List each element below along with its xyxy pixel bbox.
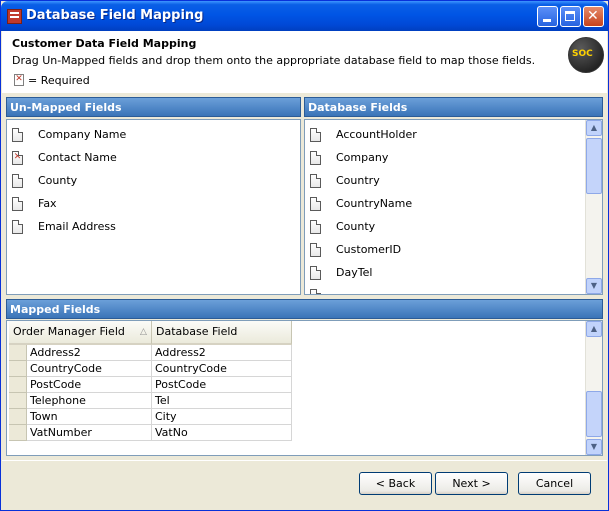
scroll-up-arrow-icon[interactable]: ▲ bbox=[586, 321, 602, 337]
minimize-button[interactable] bbox=[537, 6, 558, 27]
document-icon bbox=[310, 289, 321, 294]
mapped-fields-scrollbar[interactable]: ▲ ▼ bbox=[585, 321, 602, 455]
window-title: Database Field Mapping bbox=[26, 8, 204, 23]
database-field-cell[interactable]: CountryCode bbox=[152, 361, 292, 377]
document-icon bbox=[310, 174, 321, 188]
header-title: Customer Data Field Mapping bbox=[12, 37, 197, 50]
app-icon bbox=[7, 9, 22, 24]
column-header-order-manager[interactable]: Order Manager Field △ bbox=[9, 321, 152, 345]
order-manager-cell[interactable]: VatNumber bbox=[27, 425, 152, 441]
required-icon: ✕ bbox=[14, 74, 24, 86]
field-label: Company bbox=[336, 151, 389, 164]
document-icon bbox=[310, 197, 321, 211]
field-label: DayTel bbox=[336, 266, 373, 279]
field-label: County bbox=[38, 174, 78, 187]
cancel-button[interactable]: Cancel bbox=[518, 472, 591, 495]
minimize-icon bbox=[543, 19, 551, 22]
document-icon bbox=[12, 174, 23, 188]
logo-text: SOC bbox=[572, 49, 593, 59]
dialog-window: Database Field Mapping ✕ Customer Data F… bbox=[0, 0, 609, 511]
back-button[interactable]: < Back bbox=[359, 472, 432, 495]
required-legend: = Required bbox=[28, 74, 90, 87]
order-manager-cell[interactable]: Telephone bbox=[27, 393, 152, 409]
mapped-fields-grid[interactable]: Order Manager Field △ Database Field Add… bbox=[6, 320, 603, 456]
order-manager-cell[interactable]: Town bbox=[27, 409, 152, 425]
document-icon bbox=[310, 220, 321, 234]
row-handle[interactable] bbox=[9, 377, 27, 393]
document-icon bbox=[12, 197, 23, 211]
field-label: Email Address bbox=[38, 220, 116, 233]
database-fields-header: Database Fields bbox=[304, 97, 603, 117]
order-manager-cell[interactable]: CountryCode bbox=[27, 361, 152, 377]
document-icon bbox=[310, 128, 321, 142]
column-header-label: Database Field bbox=[156, 325, 238, 338]
close-button[interactable]: ✕ bbox=[583, 6, 604, 27]
document-icon bbox=[12, 128, 23, 142]
database-field-cell[interactable]: PostCode bbox=[152, 377, 292, 393]
field-label: CustomerID bbox=[336, 243, 402, 256]
scroll-down-arrow-icon[interactable]: ▼ bbox=[586, 278, 602, 294]
database-fields-scrollbar[interactable]: ▲ ▼ bbox=[585, 120, 602, 294]
row-handle[interactable] bbox=[9, 409, 27, 425]
scroll-down-arrow-icon[interactable]: ▼ bbox=[586, 439, 602, 455]
database-field-cell[interactable]: Address2 bbox=[152, 345, 292, 361]
maximize-button[interactable] bbox=[560, 6, 581, 27]
title-bar[interactable]: Database Field Mapping ✕ bbox=[1, 1, 608, 31]
document-icon bbox=[12, 220, 23, 234]
sort-indicator-icon: △ bbox=[140, 327, 147, 337]
row-handle[interactable] bbox=[9, 425, 27, 441]
unmapped-fields-list[interactable]: Company Name ✕ Contact Name County Fax E… bbox=[6, 119, 301, 295]
row-handle[interactable] bbox=[9, 393, 27, 409]
field-label: Fax bbox=[38, 197, 57, 210]
wizard-header: Customer Data Field Mapping Drag Un-Mapp… bbox=[2, 31, 607, 93]
document-icon bbox=[310, 243, 321, 257]
field-label: CountryName bbox=[336, 197, 413, 210]
column-header-database-field[interactable]: Database Field bbox=[152, 321, 292, 345]
order-manager-cell[interactable]: Address2 bbox=[27, 345, 152, 361]
footer-divider bbox=[2, 460, 607, 461]
document-icon bbox=[310, 151, 321, 165]
required-document-icon: ✕ bbox=[12, 151, 23, 165]
unmapped-fields-header: Un-Mapped Fields bbox=[6, 97, 301, 117]
field-label: County bbox=[336, 220, 376, 233]
document-icon bbox=[310, 266, 321, 280]
database-field-cell[interactable]: VatNo bbox=[152, 425, 292, 441]
database-field-cell[interactable]: City bbox=[152, 409, 292, 425]
database-field-cell[interactable]: Tel bbox=[152, 393, 292, 409]
scroll-thumb[interactable] bbox=[586, 138, 602, 194]
header-description: Drag Un-Mapped fields and drop them onto… bbox=[12, 54, 536, 67]
field-label: AccountHolder bbox=[336, 128, 417, 141]
column-header-label: Order Manager Field bbox=[13, 325, 125, 338]
field-label: Company Name bbox=[38, 128, 127, 141]
mapped-fields-header: Mapped Fields bbox=[6, 299, 603, 319]
row-handle[interactable] bbox=[9, 345, 27, 361]
scroll-thumb[interactable] bbox=[586, 391, 602, 437]
maximize-icon bbox=[565, 11, 575, 21]
order-manager-cell[interactable]: PostCode bbox=[27, 377, 152, 393]
logo-icon: SOC bbox=[568, 37, 604, 73]
close-icon: ✕ bbox=[587, 8, 599, 24]
field-label: Contact Name bbox=[38, 151, 117, 164]
row-handle[interactable] bbox=[9, 361, 27, 377]
next-button[interactable]: Next > bbox=[435, 472, 508, 495]
database-fields-list[interactable]: AccountHolder Company Country CountryNam… bbox=[304, 119, 603, 295]
scroll-up-arrow-icon[interactable]: ▲ bbox=[586, 120, 602, 136]
field-label: Country bbox=[336, 174, 380, 187]
